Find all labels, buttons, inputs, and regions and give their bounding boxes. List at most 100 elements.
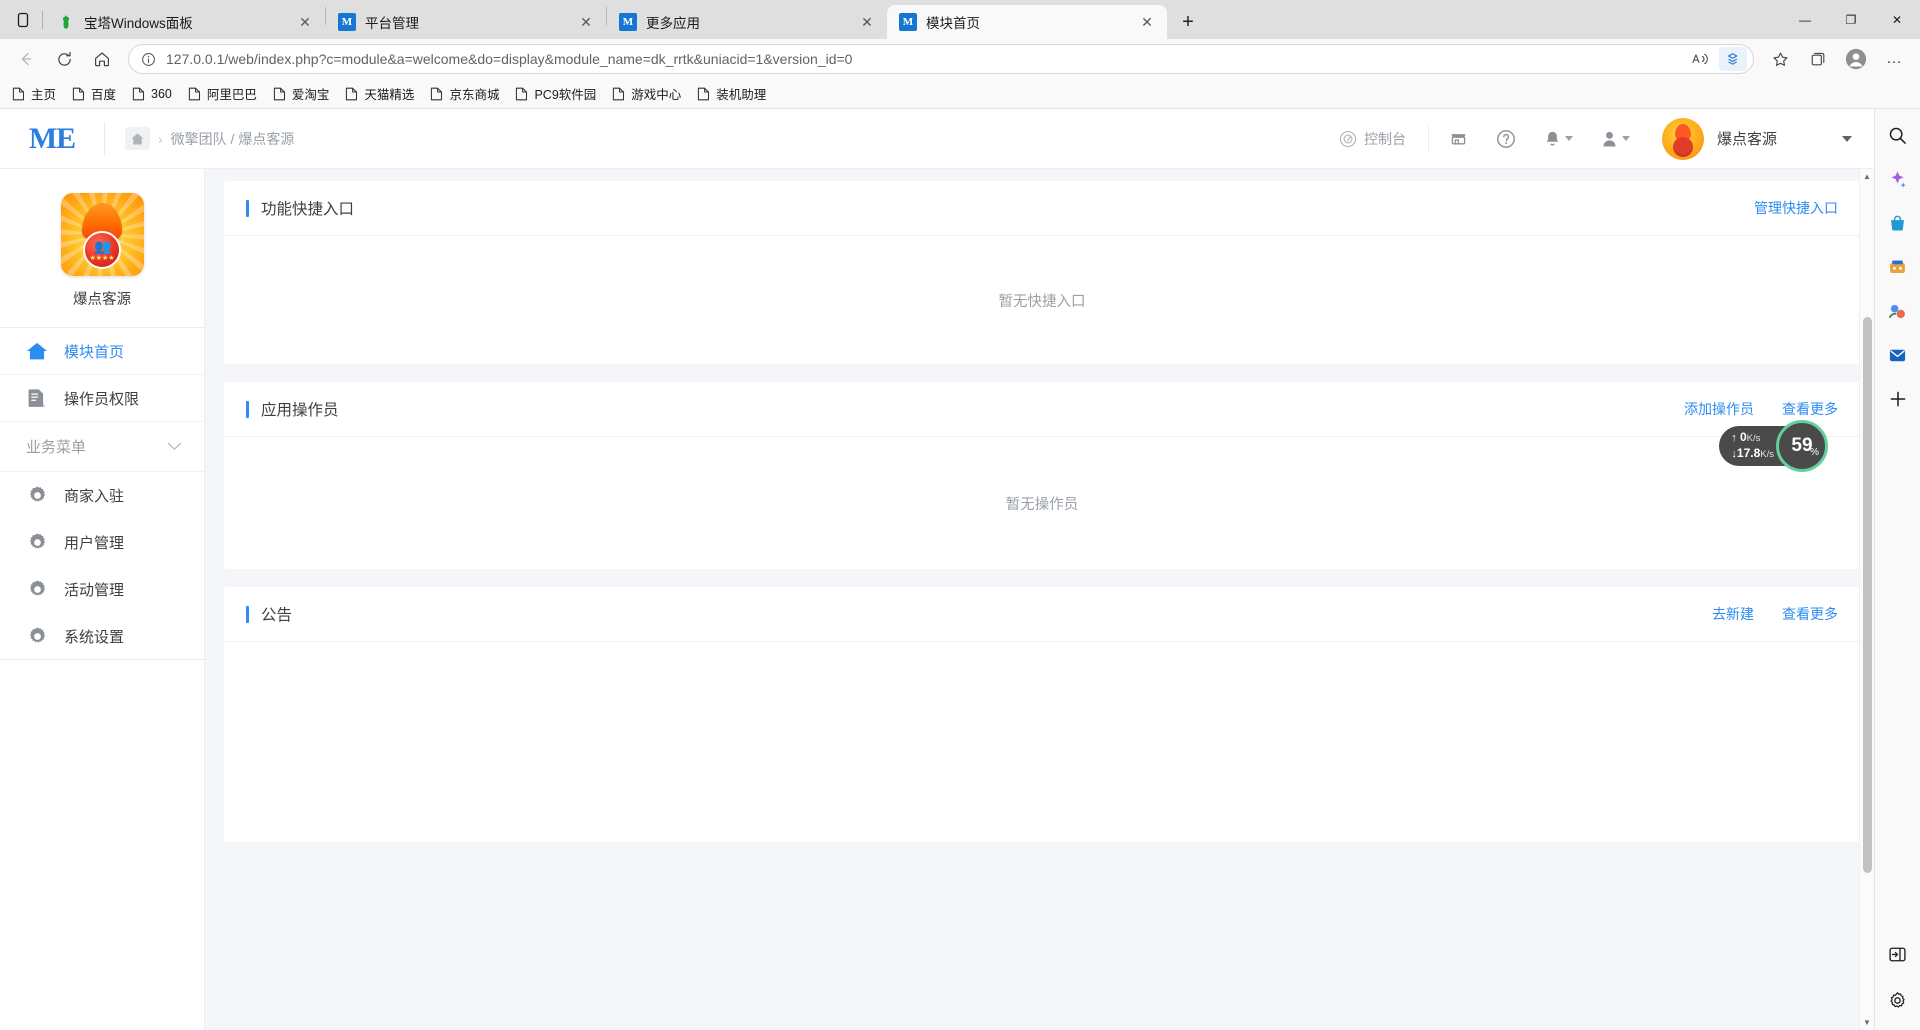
omnibox-actions [1687, 47, 1747, 71]
bookmark-label: 京东商城 [449, 84, 499, 103]
outlook-icon[interactable] [1882, 339, 1914, 371]
bookmark-item[interactable]: 百度 [66, 81, 124, 106]
search-icon[interactable] [1882, 119, 1914, 151]
cpu-usage-ring[interactable]: 59% [1776, 420, 1828, 472]
bookmark-item[interactable]: 装机助理 [691, 81, 774, 106]
sidebar-item-user-management[interactable]: 用户管理 [0, 519, 204, 566]
view-more-link[interactable]: 查看更多 [1782, 399, 1838, 419]
sidebar-item-module-home[interactable]: 模块首页 [0, 328, 204, 375]
bell-icon[interactable] [1530, 130, 1587, 148]
console-link[interactable]: 控制台 [1323, 109, 1422, 169]
panel-actions: 管理快捷入口 [1754, 198, 1838, 218]
sidebar-item-label: 系统设置 [64, 626, 124, 647]
bookmark-item[interactable]: PC9软件园 [509, 81, 604, 106]
maximize-button[interactable]: ❐ [1828, 0, 1874, 39]
panel-actions: 添加操作员 查看更多 [1684, 399, 1838, 419]
new-tab-button[interactable]: + [1171, 5, 1205, 39]
sidebar-item-label: 活动管理 [64, 579, 124, 600]
user-icon[interactable] [1587, 130, 1644, 148]
me-logo[interactable]: ME [0, 124, 104, 154]
panel-quick-entry: 功能快捷入口 管理快捷入口 暂无快捷入口 [224, 181, 1860, 364]
add-icon[interactable] [1882, 383, 1914, 415]
main-content: 功能快捷入口 管理快捷入口 暂无快捷入口 应用操作员 [205, 169, 1874, 1030]
settings-more-icon[interactable]: … [1876, 43, 1912, 75]
refresh-button[interactable] [46, 43, 82, 75]
sidebar-group-business-menu[interactable]: 业务菜单 [0, 422, 204, 472]
panel-title: 应用操作员 [261, 398, 339, 420]
collections-panel-icon[interactable] [1800, 43, 1836, 75]
home-button[interactable] [84, 43, 120, 75]
gear-icon [26, 579, 48, 600]
favorites-icon[interactable] [1762, 43, 1798, 75]
bookmark-item[interactable]: 游戏中心 [606, 81, 689, 106]
scroll-up-arrow[interactable]: ▲ [1860, 169, 1874, 184]
tab-title: 宝塔Windows面板 [84, 12, 293, 32]
copilot-icon[interactable] [1882, 163, 1914, 195]
view-more-link[interactable]: 查看更多 [1782, 604, 1838, 624]
breadcrumb-text: 微擎团队 / 爆点客源 [171, 129, 295, 149]
page-scrollbar[interactable]: ▲ ▼ [1859, 169, 1874, 1030]
split-screen-icon[interactable] [1882, 938, 1914, 970]
minimize-button[interactable]: — [1782, 0, 1828, 39]
tools-icon[interactable] [1882, 295, 1914, 327]
profile-avatar[interactable] [1838, 43, 1874, 75]
tab-close-button[interactable]: ✕ [293, 10, 317, 34]
tab-close-button[interactable]: ✕ [1135, 10, 1159, 34]
network-monitor-widget[interactable]: ↑ 0K/s ↓17.8K/s 59% [1719, 424, 1828, 468]
sidebar-item-activity-management[interactable]: 活动管理 [0, 566, 204, 613]
bookmark-label: 装机助理 [716, 84, 766, 103]
back-button[interactable] [8, 43, 44, 75]
tab-actions-button[interactable] [6, 0, 40, 39]
page-icon [612, 87, 625, 101]
bookmark-label: PC9软件园 [534, 84, 596, 103]
home-icon[interactable] [125, 127, 150, 150]
bookmark-item[interactable]: 爱淘宝 [267, 81, 338, 106]
url-text: 127.0.0.1/web/index.php?c=module&a=welco… [166, 51, 1687, 67]
address-bar[interactable]: 127.0.0.1/web/index.php?c=module&a=welco… [128, 44, 1754, 74]
window-controls: — ❐ ✕ [1782, 0, 1920, 39]
sidebar-item-merchant-entry[interactable]: 商家入驻 [0, 472, 204, 519]
manage-quick-entry-link[interactable]: 管理快捷入口 [1754, 198, 1838, 218]
panel-accent-bar [246, 401, 249, 418]
sidebar-item-system-settings[interactable]: 系统设置 [0, 613, 204, 660]
panel-accent-bar [246, 200, 249, 217]
page-icon [188, 87, 201, 101]
browser-tab-3[interactable]: M 更多应用 ✕ [607, 5, 887, 39]
help-icon[interactable] [1482, 129, 1530, 149]
tab-close-button[interactable]: ✕ [855, 10, 879, 34]
bookmark-item[interactable]: 360 [126, 84, 180, 104]
close-window-button[interactable]: ✕ [1874, 0, 1920, 39]
chevron-down-icon [1842, 136, 1852, 142]
read-aloud-icon[interactable] [1687, 47, 1715, 71]
sidebar-item-label: 操作员权限 [64, 388, 139, 409]
bookmark-label: 360 [151, 87, 172, 101]
chevron-down-icon [1565, 136, 1573, 141]
chevron-right-icon: › [158, 131, 163, 147]
sidebar-item-operator-permission[interactable]: 操作员权限 [0, 375, 204, 422]
bookmark-item[interactable]: 主页 [6, 81, 64, 106]
bookmark-item[interactable]: 天猫精选 [339, 81, 422, 106]
browser-tab-1[interactable]: 宝塔Windows面板 ✕ [45, 5, 325, 39]
scrollbar-thumb[interactable] [1863, 317, 1872, 873]
bookmark-item[interactable]: 阿里巴巴 [182, 81, 265, 106]
tab-close-button[interactable]: ✕ [574, 10, 598, 34]
bookmark-item[interactable]: 京东商城 [424, 81, 507, 106]
home-icon [26, 341, 48, 361]
account-menu[interactable]: 爆点客源 [1644, 118, 1852, 160]
collections-icon[interactable] [1719, 47, 1747, 71]
page-icon [345, 87, 358, 101]
scroll-down-arrow[interactable]: ▼ [1860, 1015, 1874, 1030]
settings-icon[interactable] [1882, 984, 1914, 1016]
create-new-link[interactable]: 去新建 [1712, 604, 1754, 624]
browser-tab-2[interactable]: M 平台管理 ✕ [326, 5, 606, 39]
store-icon[interactable] [1435, 129, 1482, 148]
shopping-icon[interactable] [1882, 207, 1914, 239]
site-info-icon[interactable] [141, 52, 156, 67]
games-icon[interactable] [1882, 251, 1914, 283]
page-icon [273, 87, 286, 101]
page-icon [132, 87, 145, 101]
sidebar-item-label: 模块首页 [64, 341, 124, 362]
add-operator-link[interactable]: 添加操作员 [1684, 399, 1754, 419]
browser-tab-4-active[interactable]: M 模块首页 ✕ [887, 5, 1167, 39]
me-icon: M [899, 13, 917, 31]
